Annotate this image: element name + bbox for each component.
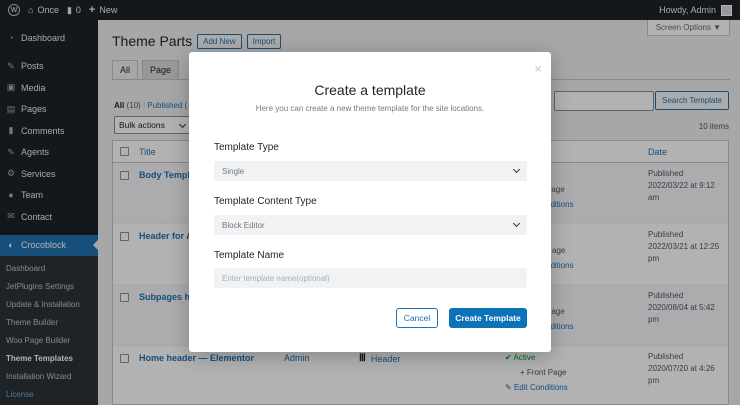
template-type-label: Template Type [214,142,279,153]
cancel-button[interactable]: Cancel [396,308,438,328]
chevron-down-icon [512,165,521,174]
template-content-type-label: Template Content Type [214,196,317,207]
template-name-label: Template Name [214,250,285,261]
template-name-input[interactable] [214,268,527,288]
template-type-value: Single [222,166,245,176]
template-type-select[interactable]: Single [214,161,527,181]
create-template-modal: × Create a template Here you can create … [189,52,551,352]
template-content-type-select[interactable]: Block Editor [214,215,527,235]
modal-title: Create a template [314,82,426,98]
create-template-button[interactable]: Create Template [449,308,527,328]
close-icon[interactable]: × [534,61,542,76]
chevron-down-icon [512,219,521,228]
modal-subtitle: Here you can create a new theme template… [255,104,485,113]
content-type-value: Block Editor [222,220,265,230]
